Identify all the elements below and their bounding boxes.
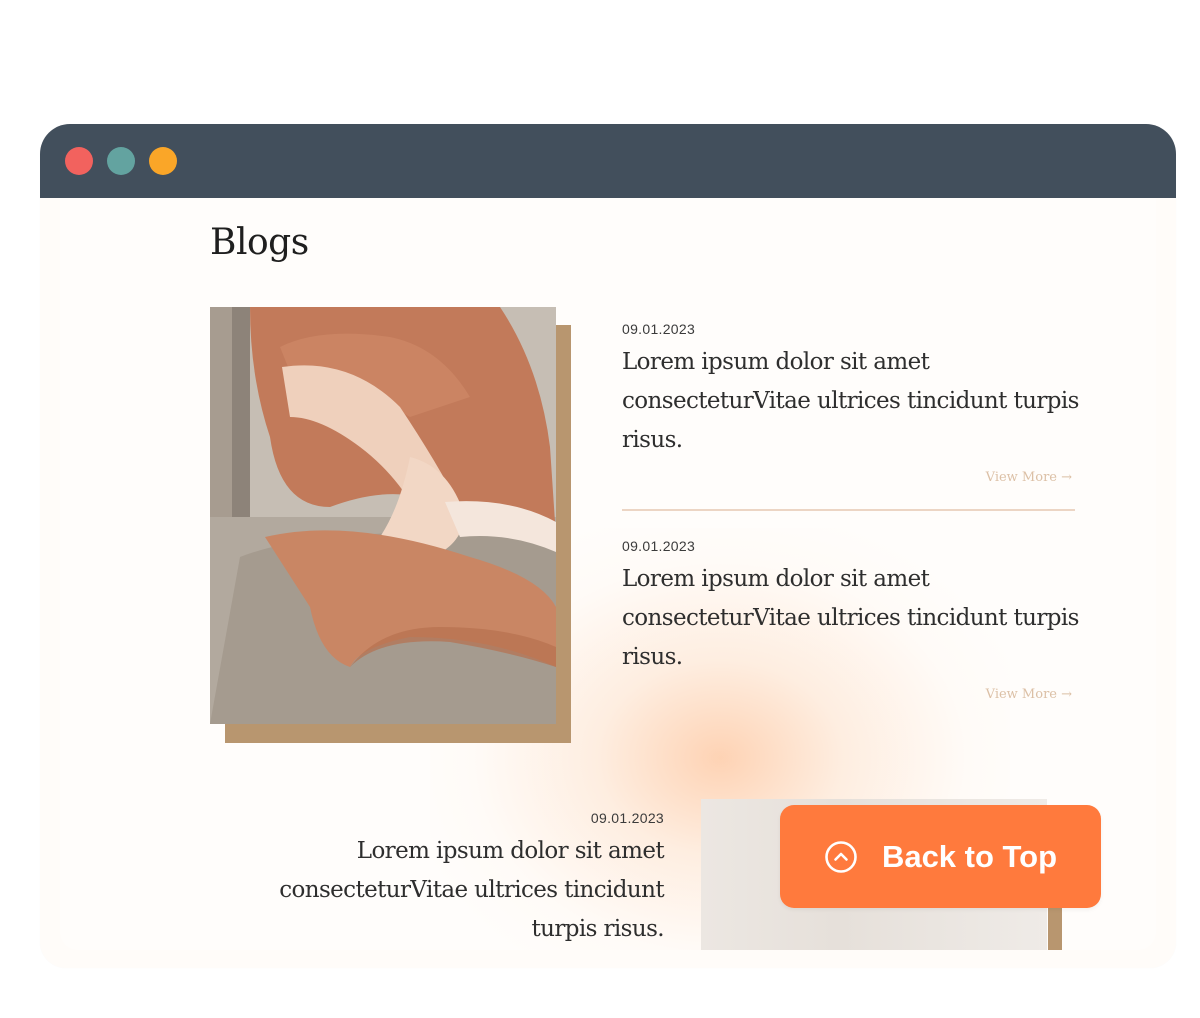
minimize-window-dot[interactable] xyxy=(107,147,135,175)
post-date: 09.01.2023 xyxy=(590,810,664,826)
post-date: 09.01.2023 xyxy=(622,538,696,554)
back-to-top-button[interactable]: Back to Top xyxy=(780,805,1101,908)
blog-post-1[interactable]: 09.01.2023 Lorem ipsum dolor sit amet co… xyxy=(622,321,1082,485)
view-more-link[interactable]: View More → xyxy=(622,687,1082,702)
blog-post-2[interactable]: 09.01.2023 Lorem ipsum dolor sit amet co… xyxy=(622,538,1082,702)
post-title[interactable]: Lorem ipsum dolor sit amet consecteturVi… xyxy=(210,832,664,949)
close-window-dot[interactable] xyxy=(65,147,93,175)
back-to-top-label: Back to Top xyxy=(881,838,1058,874)
window-titlebar xyxy=(40,124,1176,198)
chevron-up-circle-icon xyxy=(825,840,857,873)
post-title[interactable]: Lorem ipsum dolor sit amet consecteturVi… xyxy=(622,343,1082,460)
post-title[interactable]: Lorem ipsum dolor sit amet consecteturVi… xyxy=(622,560,1082,677)
post-date: 09.01.2023 xyxy=(622,321,696,337)
blog-post-3[interactable]: 09.01.2023 Lorem ipsum dolor sit amet co… xyxy=(210,810,664,949)
view-more-link[interactable]: View More → xyxy=(622,470,1082,485)
post-divider xyxy=(622,509,1075,511)
maximize-window-dot[interactable] xyxy=(149,147,177,175)
meditation-photo xyxy=(210,307,556,724)
featured-image[interactable] xyxy=(210,307,572,743)
page-title: Blogs xyxy=(210,222,309,263)
